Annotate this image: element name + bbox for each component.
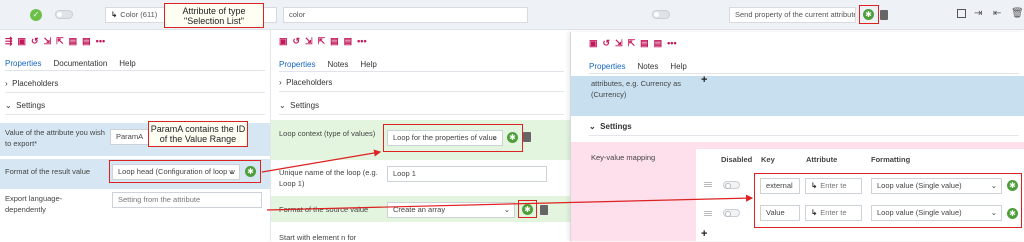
toggle-switch[interactable] [55,10,73,19]
document-icon[interactable] [540,205,548,215]
settings-section[interactable]: ⌄ Settings [5,101,265,115]
highlight-box [754,173,1022,228]
tab-help[interactable]: Help [360,60,376,69]
callout-selection-list: Attribute of type "Selection List" [164,3,264,28]
add-row-icon[interactable]: + [701,228,707,240]
window-icon[interactable] [957,9,966,18]
placeholders-section[interactable]: › Placeholders [5,79,265,93]
right-panel: ▣ ↺ ⇲ ⇱ ▤ ▤ ••• Properties Notes Help attr… [570,32,1024,241]
drag-handle-icon[interactable] [704,211,712,216]
attr-value-field[interactable]: ParamA [110,129,150,145]
tab-properties[interactable]: Properties [5,59,41,68]
right-tabs: Properties Notes Help [589,62,1019,74]
highlight-box [109,160,261,183]
check-icon: ✓ [30,9,42,21]
drag-handle-icon[interactable] [704,182,712,187]
highlight-box [859,5,879,24]
source-select[interactable]: Create an array ⌄ [387,202,515,218]
tab-notes[interactable]: Notes [327,60,348,69]
add-icon[interactable]: + [701,74,707,86]
callout-param-a: ParamA contains the ID of the Value Rang… [148,121,248,147]
format-label: Format of the result value [5,167,91,176]
left-toolbar-icons[interactable]: ⇶ ▣ ↺ ⇲ ⇱ ▤ ▤ ••• [5,36,105,47]
settings-section[interactable]: ⌄ Settings [589,122,1019,136]
document-icon[interactable] [523,132,531,142]
col-formatting: Formatting [871,155,911,164]
context-label: Loop context (type of values) [279,129,376,138]
send-property-select[interactable]: Send property of the current attribute [729,7,856,23]
tab-help[interactable]: Help [670,62,686,71]
mid-tabs: Properties Notes Help [279,60,564,72]
highlight-box [383,124,523,152]
left-tabs: Properties Documentation Help [5,59,265,71]
trash-icon[interactable]: 🗑 [1011,8,1024,19]
placeholders-section[interactable]: › Placeholders [279,78,564,92]
name-field[interactable]: Loop 1 [387,166,547,182]
export-icon[interactable]: ⇥ [974,8,982,19]
color-text-field[interactable]: color [283,7,528,23]
tab-properties[interactable]: Properties [589,62,625,71]
tab-notes[interactable]: Notes [637,62,658,71]
document-icon[interactable] [880,10,888,20]
mid-toolbar-icons[interactable]: ▣ ↺ ⇲ ⇱ ▤ ▤ ••• [279,36,367,47]
attr-label: Value of the attribute you wish to expor… [5,128,105,148]
kv-label: Key-value mapping [591,153,656,162]
desc-text: attributes, e.g. Currency as (Currency) [591,79,682,99]
source-label: Format of the source value [279,205,369,214]
tab-documentation[interactable]: Documentation [53,59,107,68]
col-disabled: Disabled [721,155,753,164]
reference-icon: ↳ [111,10,118,19]
lang-label: Export language-dependently [5,194,63,214]
col-attribute: Attribute [806,155,838,164]
toggle-switch-2[interactable] [652,10,670,19]
tab-properties[interactable]: Properties [279,60,315,69]
top-toolbar: ✓ ↳ Color (611) color Send property of th… [0,0,1024,30]
name-label: Unique name of the loop (e.g. Loop 1) [279,168,378,188]
highlight-box [518,200,537,218]
disabled-toggle[interactable] [723,181,740,189]
disabled-toggle[interactable] [723,209,740,217]
chevron-down-icon: ⌄ [503,205,510,214]
right-toolbar-icons[interactable]: ▣ ↺ ⇲ ⇱ ▤ ▤ ••• [589,38,677,49]
mid-panel: ▣ ↺ ⇲ ⇱ ▤ ▤ ••• Properties Notes Help › Pl… [270,30,571,242]
settings-section[interactable]: ⌄ Settings [279,101,564,115]
tab-help[interactable]: Help [119,59,135,68]
import-icon[interactable]: ⇤ [993,8,1001,19]
col-key: Key [761,155,775,164]
lang-field[interactable]: Setting from the attribute [112,192,262,208]
